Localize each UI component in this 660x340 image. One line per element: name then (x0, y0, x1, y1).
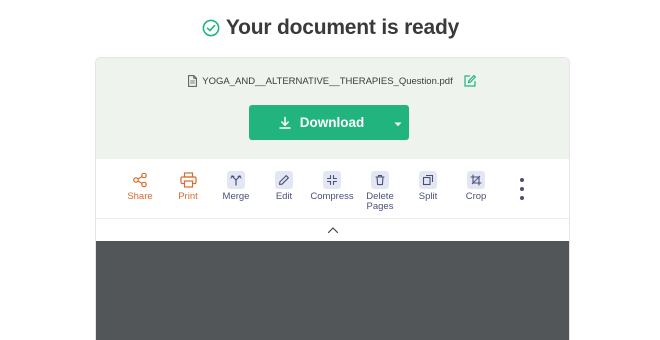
check-circle-icon (201, 18, 221, 38)
download-icon (278, 116, 292, 130)
download-button[interactable]: Download (249, 105, 409, 140)
crop-icon (467, 171, 485, 189)
result-card: YOGA_AND__ALTERNATIVE__THERAPIES_Questio… (95, 57, 570, 340)
tool-compress[interactable]: Compress (306, 171, 358, 202)
tool-label: Print (178, 191, 198, 202)
tools-bar: Share Print Merge Edit Compress Delete P… (96, 159, 569, 219)
tool-merge[interactable]: Merge (210, 171, 262, 202)
more-dot (520, 178, 524, 182)
edit-icon[interactable] (463, 74, 477, 88)
tool-label: Edit (275, 191, 293, 202)
split-icon (419, 171, 437, 189)
document-icon (188, 75, 198, 87)
more-dot (520, 187, 524, 191)
collapse-toggle[interactable] (96, 219, 569, 241)
download-main-action[interactable]: Download (249, 105, 387, 140)
tool-label: Merge (222, 191, 250, 202)
tool-label: Share (127, 191, 153, 202)
download-options-dropdown[interactable] (387, 105, 409, 140)
tool-edit[interactable]: Edit (258, 171, 310, 202)
document-preview[interactable] (96, 241, 569, 340)
tool-split[interactable]: Split (402, 171, 454, 202)
tool-crop[interactable]: Crop (450, 171, 502, 202)
trash-icon (371, 171, 389, 189)
tool-label: Compress (310, 191, 354, 202)
file-info: YOGA_AND__ALTERNATIVE__THERAPIES_Questio… (96, 73, 569, 89)
merge-icon (227, 171, 245, 189)
page-title: Your document is ready (225, 16, 460, 39)
tool-delete-pages[interactable]: Delete Pages (354, 171, 406, 212)
tool-label: Split (418, 191, 438, 202)
more-vertical-icon[interactable] (515, 178, 529, 200)
more-dot (520, 196, 524, 200)
tool-label: Delete Pages (366, 191, 394, 212)
tool-label: Crop (465, 191, 487, 202)
caret-down-icon (394, 114, 402, 132)
share-icon (131, 171, 149, 189)
printer-icon (179, 171, 197, 189)
tool-share[interactable]: Share (114, 171, 166, 202)
file-name: YOGA_AND__ALTERNATIVE__THERAPIES_Questio… (202, 75, 453, 87)
pencil-icon (275, 171, 293, 189)
result-page: Your document is ready YOGA_AND__ALTERNA… (0, 0, 660, 340)
download-panel: YOGA_AND__ALTERNATIVE__THERAPIES_Questio… (96, 58, 569, 159)
compress-icon (323, 171, 341, 189)
tool-print[interactable]: Print (162, 171, 214, 202)
chevron-up-icon (327, 226, 339, 234)
page-header: Your document is ready (0, 13, 660, 43)
download-label: Download (299, 115, 365, 130)
